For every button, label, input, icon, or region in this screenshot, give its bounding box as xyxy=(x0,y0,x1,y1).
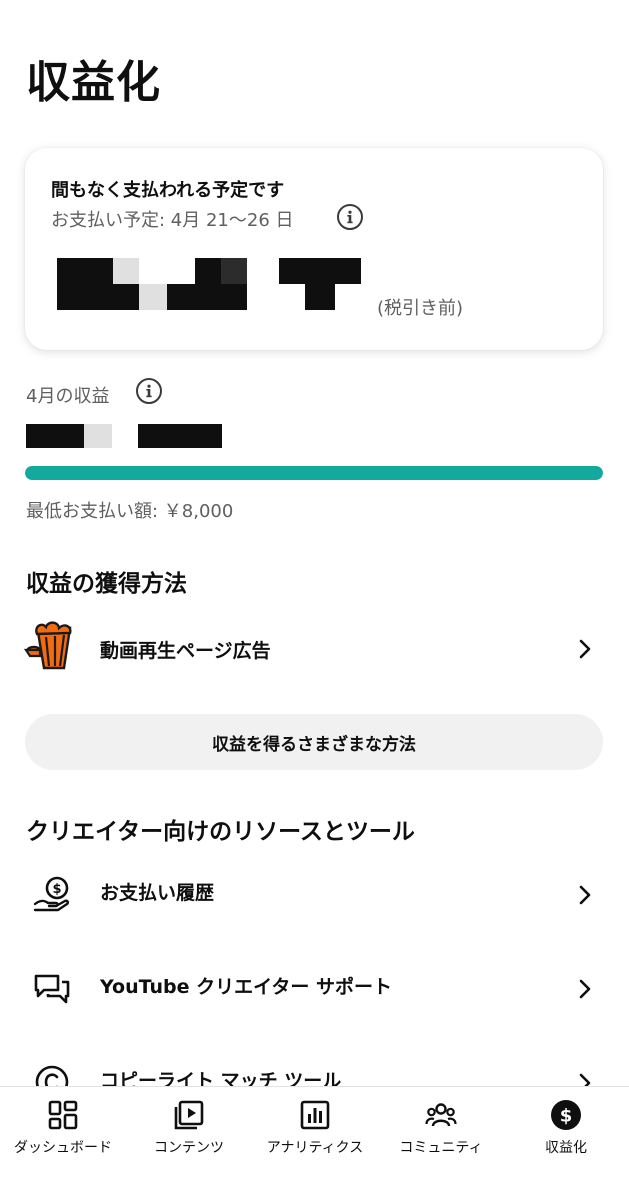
chevron-right-icon xyxy=(579,885,591,905)
chevron-right-icon xyxy=(579,979,591,999)
community-icon xyxy=(425,1103,457,1127)
payout-threshold-progress xyxy=(25,466,603,480)
creator-support-label: YouTube クリエイター サポート xyxy=(100,976,392,998)
svg-text:$: $ xyxy=(560,1106,573,1127)
other-earning-methods-button[interactable]: 収益を得るさまざまな方法 xyxy=(25,714,603,770)
chevron-right-icon xyxy=(579,639,591,659)
payment-history-row[interactable]: $ お支払い履歴 xyxy=(0,860,629,924)
payout-date: お支払い予定: 4月 21〜26 日 xyxy=(51,210,294,231)
bottom-nav: ダッシュボード コンテンツ アナリティクス コミュニティ $ 収益化 xyxy=(0,1086,629,1200)
nav-dashboard[interactable]: ダッシュボード xyxy=(0,1087,126,1177)
page-title: 収益化 xyxy=(26,57,161,108)
info-icon[interactable] xyxy=(136,378,162,404)
nav-content[interactable]: コンテンツ xyxy=(126,1087,252,1177)
nav-label: 収益化 xyxy=(545,1140,587,1156)
popcorn-icon xyxy=(24,621,72,670)
info-icon[interactable] xyxy=(337,204,363,230)
dashboard-icon xyxy=(48,1100,78,1130)
month-earnings-label: 4月の収益 xyxy=(26,386,110,407)
analytics-icon xyxy=(300,1100,330,1130)
watch-page-ads-label: 動画再生ページ広告 xyxy=(100,640,271,662)
svg-text:$: $ xyxy=(52,882,61,897)
resources-section-title: クリエイター向けのリソースとツール xyxy=(26,819,415,845)
nav-analytics[interactable]: アナリティクス xyxy=(252,1087,378,1177)
watch-page-ads-row[interactable]: 動画再生ページ広告 xyxy=(0,616,629,680)
pretax-label: (税引き前) xyxy=(377,298,464,319)
support-chat-icon xyxy=(34,974,70,1004)
content-icon xyxy=(174,1100,204,1130)
progress-fill xyxy=(25,466,603,480)
min-payout-text: 最低お支払い額: ￥8,000 xyxy=(26,501,234,522)
monetization-icon: $ xyxy=(551,1100,581,1130)
payment-history-label: お支払い履歴 xyxy=(100,882,215,904)
monetization-page: 収益化 間もなく支払われる予定です お支払い予定: 4月 21〜26 日 (税引… xyxy=(0,0,629,1200)
nav-label: コンテンツ xyxy=(154,1140,224,1156)
nav-monetization[interactable]: $ 収益化 xyxy=(503,1087,629,1177)
payment-history-icon: $ xyxy=(33,876,70,912)
nav-label: アナリティクス xyxy=(266,1140,364,1156)
payout-heading: 間もなく支払われる予定です xyxy=(51,180,285,201)
earn-section-title: 収益の獲得方法 xyxy=(26,571,187,597)
upcoming-payout-card[interactable]: 間もなく支払われる予定です お支払い予定: 4月 21〜26 日 (税引き前) xyxy=(25,148,603,350)
nav-community[interactable]: コミュニティ xyxy=(378,1087,504,1177)
creator-support-row[interactable]: YouTube クリエイター サポート xyxy=(0,954,629,1018)
